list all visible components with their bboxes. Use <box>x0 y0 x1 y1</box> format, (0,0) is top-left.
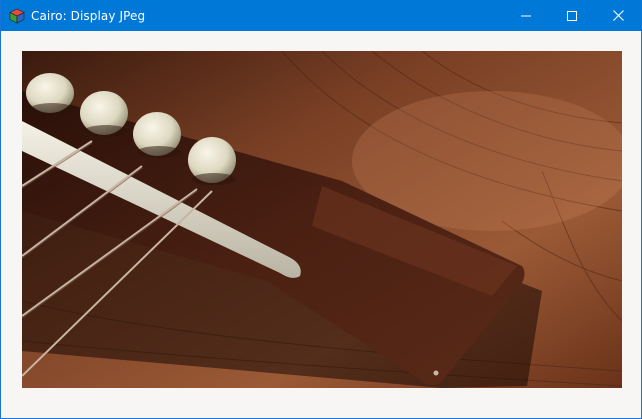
maximize-icon <box>567 10 577 21</box>
minimize-button[interactable] <box>503 0 549 31</box>
close-icon <box>612 10 624 21</box>
minimize-icon <box>521 15 531 16</box>
guitar-bridge-photo <box>22 51 622 388</box>
window-controls <box>503 0 641 31</box>
client-area <box>1 31 641 418</box>
close-button[interactable] <box>595 0 641 31</box>
cairo-cube-icon <box>9 8 25 23</box>
jpeg-image <box>22 51 622 388</box>
app-window: Cairo: Display JPeg <box>0 0 642 419</box>
title-bar[interactable]: Cairo: Display JPeg <box>1 0 641 31</box>
window-title: Cairo: Display JPeg <box>31 8 146 23</box>
maximize-button[interactable] <box>549 0 595 31</box>
